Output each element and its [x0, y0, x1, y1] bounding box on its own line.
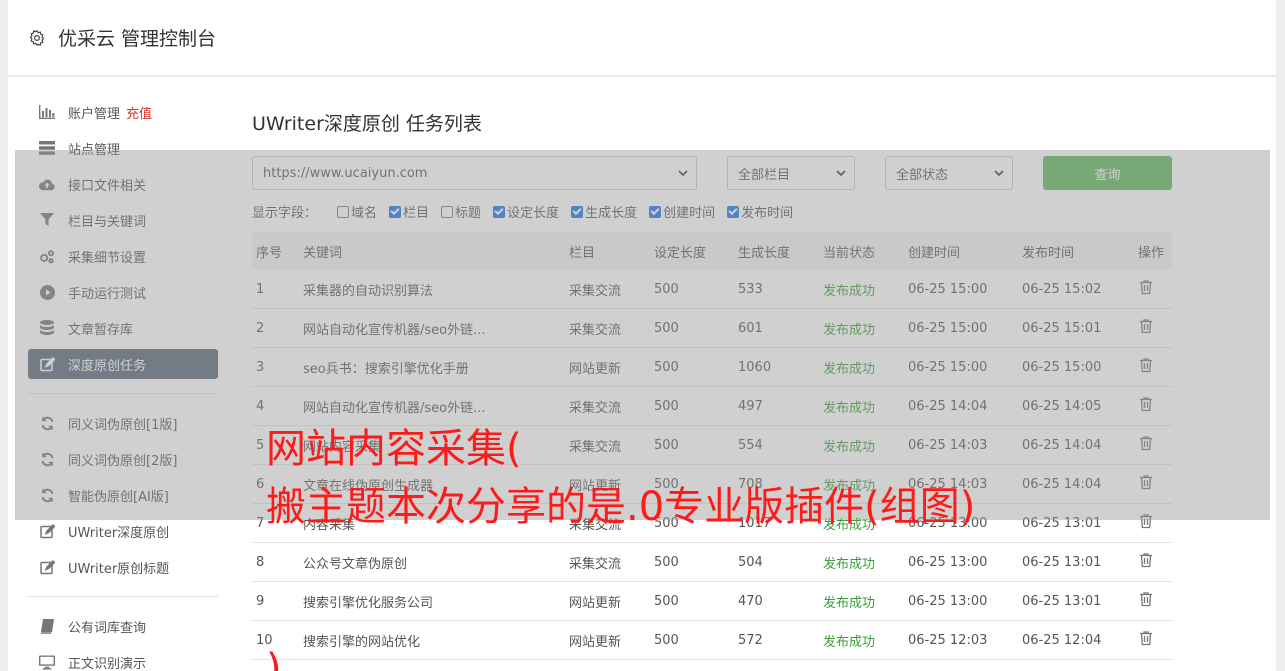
gear-icon: [29, 29, 45, 46]
sidebar-item-label: UWriter深度原创: [68, 525, 170, 541]
published-time-cell: 06-25 13:01: [1022, 554, 1102, 570]
monitor-icon: [39, 654, 55, 670]
trash-icon: [1140, 592, 1152, 607]
sidebar-item-label: UWriter原创标题: [68, 561, 170, 577]
set-length-cell: 500: [654, 554, 679, 570]
category-cell: 网站更新: [569, 634, 622, 650]
sidebar-item-body-detection[interactable]: 正文识别演示: [28, 647, 218, 671]
gen-length-cell: 572: [738, 632, 763, 648]
status-cell: 发布成功: [823, 556, 876, 572]
status-cell: 发布成功: [823, 634, 876, 650]
page-title: UWriter深度原创 任务列表: [252, 113, 482, 135]
status-cell: 发布成功: [823, 595, 876, 611]
sidebar-item-uwriter-title[interactable]: UWriter原创标题: [28, 552, 218, 582]
table-row: 8 公众号文章伪原创 采集交流 500 504 发布成功 06-25 13:00 06-25 …: [252, 543, 1172, 582]
overlay-caption-line2: 搬主题本次分享的是.0专业版插件(组图): [266, 484, 976, 530]
overlay-caption-line1: 网站内容采集(: [266, 426, 522, 472]
created-time-cell: 06-25 13:00: [908, 554, 988, 570]
delete-button[interactable]: [1134, 591, 1168, 611]
overlay-caption-line3: ): [266, 646, 282, 671]
image-overlay: [15, 150, 1270, 520]
set-length-cell: 500: [654, 632, 679, 648]
row-index: 8: [256, 554, 265, 570]
edit-icon: [39, 523, 55, 539]
book-icon: [39, 618, 55, 634]
delete-button[interactable]: [1134, 552, 1168, 572]
recharge-link[interactable]: 充值: [126, 103, 152, 122]
created-time-cell: 06-25 12:03: [908, 632, 988, 648]
published-time-cell: 06-25 13:01: [1022, 593, 1102, 609]
edit-icon: [39, 559, 55, 575]
sidebar-item-public-lexicon[interactable]: 公有词库查询: [28, 611, 218, 641]
top-header: 优采云 管理控制台: [8, 0, 1276, 76]
sidebar-divider: [28, 596, 218, 597]
set-length-cell: 500: [654, 593, 679, 609]
table-row: 9 搜索引擎优化服务公司 网站更新 500 470 发布成功 06-25 13:00 06-2…: [252, 582, 1172, 621]
keyword-cell: 公众号文章伪原创: [303, 556, 408, 572]
console-title: 优采云 管理控制台: [58, 28, 217, 50]
trash-icon: [1140, 631, 1152, 646]
table-row: 10 搜索引擎的网站优化 网站更新 500 572 发布成功 06-25 12:03 06-2…: [252, 621, 1172, 660]
sidebar-item-account[interactable]: 账户管理 充值: [28, 97, 218, 127]
gen-length-cell: 470: [738, 593, 763, 609]
row-index: 9: [256, 593, 265, 609]
delete-button[interactable]: [1134, 630, 1168, 650]
category-cell: 网站更新: [569, 595, 622, 611]
published-time-cell: 06-25 12:04: [1022, 632, 1102, 648]
bar-chart-icon: [39, 104, 55, 120]
sidebar-item-uwriter-original[interactable]: UWriter深度原创: [28, 516, 218, 546]
category-cell: 采集交流: [569, 556, 622, 572]
sidebar-item-label: 正文识别演示: [68, 656, 147, 671]
sidebar-item-label: 账户管理: [68, 106, 121, 122]
keyword-cell: 搜索引擎的网站优化: [303, 634, 421, 650]
sidebar-item-label: 公有词库查询: [68, 620, 147, 636]
keyword-cell: 搜索引擎优化服务公司: [303, 595, 434, 611]
gen-length-cell: 504: [738, 554, 763, 570]
created-time-cell: 06-25 13:00: [908, 593, 988, 609]
trash-icon: [1140, 553, 1152, 568]
